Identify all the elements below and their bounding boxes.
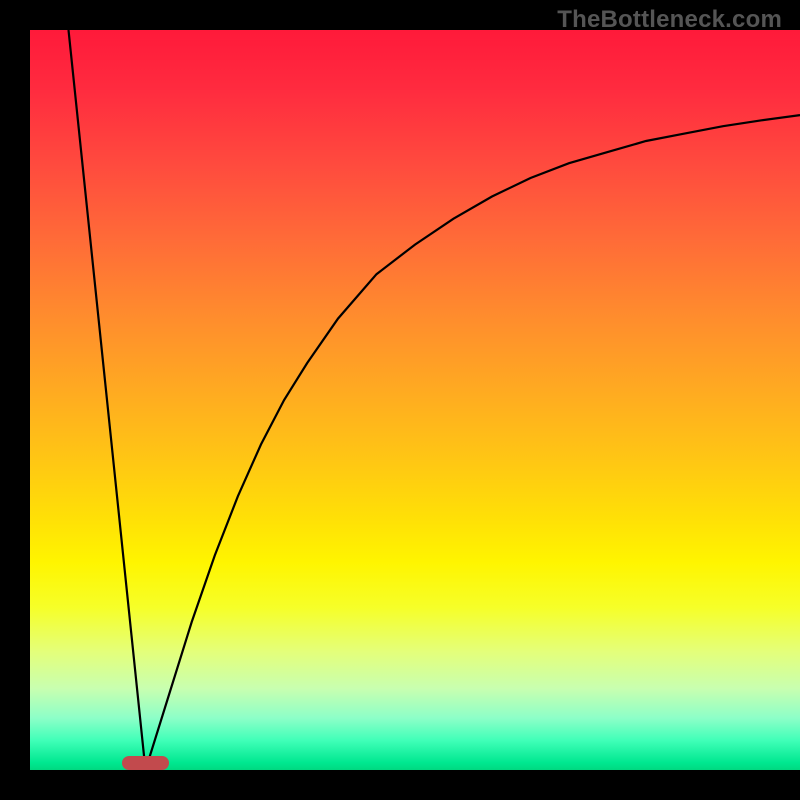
optimum-marker (122, 756, 168, 770)
chart-frame: TheBottleneck.com (0, 0, 800, 800)
curve-layer (30, 30, 800, 770)
watermark-text: TheBottleneck.com (557, 6, 782, 34)
bottleneck-curve (69, 30, 800, 770)
plot-area (30, 30, 800, 770)
